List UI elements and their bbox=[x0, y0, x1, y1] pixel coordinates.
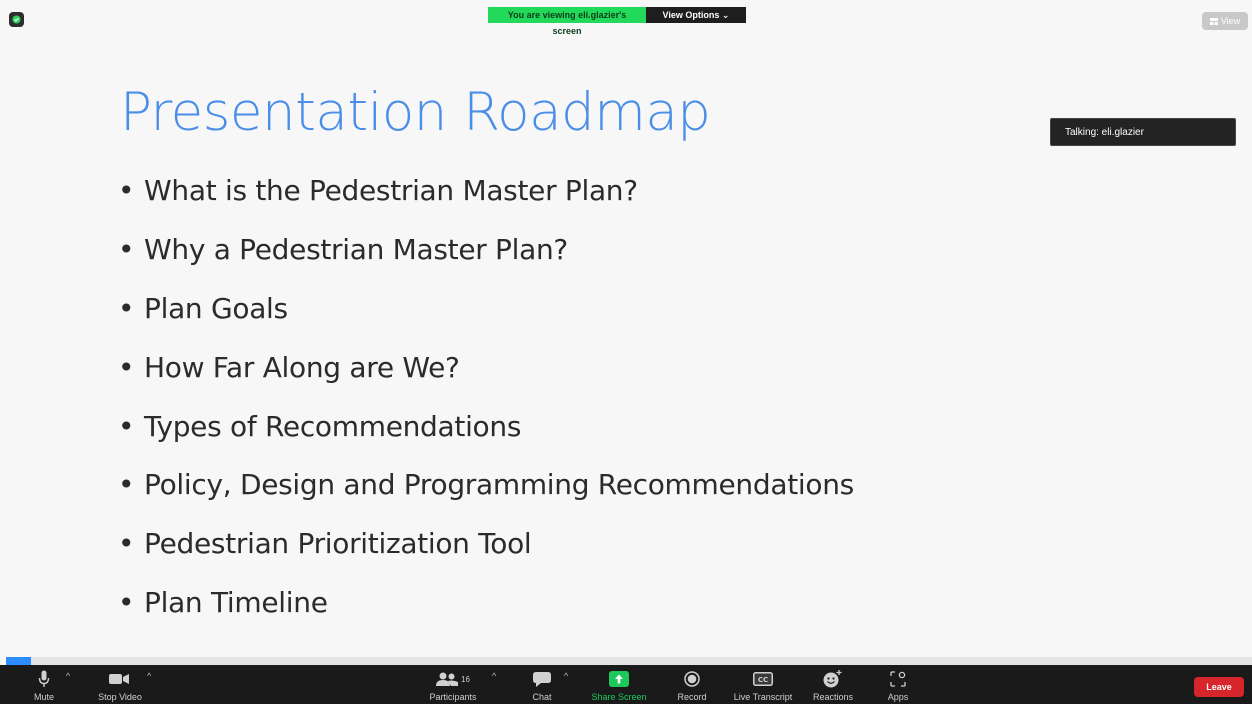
grid-icon bbox=[1209, 17, 1218, 25]
bullet-text: Why a Pedestrian Master Plan? bbox=[144, 232, 568, 266]
record-button[interactable]: Record bbox=[672, 665, 712, 704]
audio-options-caret[interactable]: ^ bbox=[66, 671, 70, 681]
participants-count: 16 bbox=[461, 674, 470, 684]
live-transcript-button[interactable]: CC Live Transcript bbox=[728, 665, 798, 704]
slide-bullet: • Plan Goals bbox=[118, 286, 854, 345]
record-label: Record bbox=[677, 692, 707, 702]
bullet-text: Policy, Design and Programming Recommend… bbox=[144, 468, 854, 502]
slide-bullet: • Types of Recommendations bbox=[118, 404, 854, 463]
chat-options-caret[interactable]: ^ bbox=[564, 671, 568, 681]
svg-text:CC: CC bbox=[758, 676, 768, 684]
participants-label: Participants bbox=[429, 692, 477, 702]
bullet-glyph: • bbox=[118, 586, 135, 620]
microphone-icon bbox=[38, 670, 50, 687]
slide-progress-bar bbox=[6, 657, 1252, 665]
slide-progress-fill bbox=[6, 657, 31, 665]
slide-bullet: • What is the Pedestrian Master Plan? bbox=[118, 168, 854, 227]
slide-bullet: • Plan Timeline bbox=[118, 580, 854, 639]
bullet-text: Pedestrian Prioritization Tool bbox=[144, 527, 532, 561]
apps-icon bbox=[890, 671, 906, 687]
bullet-glyph: • bbox=[118, 468, 135, 502]
bullet-text: What is the Pedestrian Master Plan? bbox=[144, 174, 638, 207]
live-transcript-label: Live Transcript bbox=[733, 692, 793, 702]
stop-video-button[interactable]: Stop Video bbox=[90, 665, 150, 704]
talking-indicator: Talking: eli.glazier bbox=[1050, 118, 1236, 146]
participants-icon bbox=[436, 672, 459, 686]
mute-label: Mute bbox=[33, 692, 54, 702]
view-options-button[interactable]: View Options ⌄ bbox=[646, 7, 746, 23]
apps-button[interactable]: Apps bbox=[882, 665, 914, 704]
chat-bubble-icon bbox=[533, 671, 551, 687]
mute-button[interactable]: Mute bbox=[24, 665, 64, 704]
slide-bullet: • Policy, Design and Programming Recommen… bbox=[118, 462, 854, 521]
reactions-label: Reactions bbox=[812, 692, 854, 702]
viewing-screen-label: You are viewing eli.glazier's screen bbox=[488, 7, 646, 36]
leave-button[interactable]: Leave bbox=[1194, 677, 1244, 697]
bullet-glyph: • bbox=[118, 409, 135, 443]
bullet-text: Plan Goals bbox=[144, 291, 288, 325]
participants-button[interactable]: 16 Participants bbox=[422, 665, 484, 704]
smiley-reaction-icon bbox=[823, 670, 842, 688]
slide-title: Presentation Roadmap bbox=[120, 82, 711, 143]
reactions-button[interactable]: Reactions bbox=[808, 665, 858, 704]
share-screen-button[interactable]: Share Screen bbox=[588, 665, 650, 704]
participants-options-caret[interactable]: ^ bbox=[492, 671, 496, 681]
share-screen-label: Share Screen bbox=[591, 692, 647, 702]
view-button-label: View bbox=[1220, 16, 1241, 26]
bullet-glyph: • bbox=[118, 232, 135, 266]
record-icon bbox=[684, 671, 700, 687]
bullet-text: How Far Along are We? bbox=[144, 350, 460, 384]
slide-bullet: • Pedestrian Prioritization Tool bbox=[118, 521, 854, 580]
bullet-glyph: • bbox=[118, 291, 135, 325]
apps-label: Apps bbox=[887, 692, 909, 702]
chat-button[interactable]: Chat bbox=[524, 665, 560, 704]
chat-label: Chat bbox=[532, 692, 552, 702]
bullet-glyph: • bbox=[118, 350, 135, 384]
share-screen-icon bbox=[609, 671, 629, 687]
screen-share-banner: You are viewing eli.glazier's screen Vie… bbox=[488, 7, 746, 36]
view-button[interactable]: View bbox=[1202, 12, 1248, 30]
bullet-text: Plan Timeline bbox=[144, 586, 328, 620]
meeting-toolbar: Mute ^ Stop Video ^ 16 Participants ^ Ch… bbox=[0, 665, 1252, 704]
slide-bullet-list: • What is the Pedestrian Master Plan? • Wh… bbox=[118, 168, 854, 639]
slide-bullet: • How Far Along are We? bbox=[118, 345, 854, 404]
bullet-glyph: • bbox=[118, 527, 135, 561]
bullet-text: Types of Recommendations bbox=[144, 409, 522, 443]
stop-video-label: Stop Video bbox=[98, 692, 142, 702]
closed-caption-icon: CC bbox=[753, 672, 773, 686]
slide-bullet: • Why a Pedestrian Master Plan? bbox=[118, 227, 854, 286]
bullet-glyph: • bbox=[118, 174, 135, 207]
video-options-caret[interactable]: ^ bbox=[147, 671, 151, 681]
video-camera-icon bbox=[109, 674, 129, 684]
security-shield-icon[interactable] bbox=[9, 12, 24, 27]
